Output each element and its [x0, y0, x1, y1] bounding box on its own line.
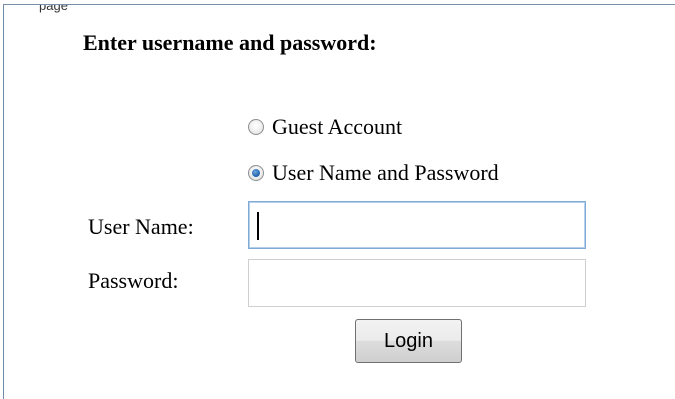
page-title: Enter username and password:: [83, 30, 377, 55]
partial-page-label: page: [39, 5, 68, 13]
user-password-option[interactable]: User Name and Password: [248, 160, 499, 186]
login-button[interactable]: Login: [355, 319, 462, 363]
user-password-label: User Name and Password: [272, 160, 499, 185]
username-field[interactable]: [248, 201, 586, 249]
password-field[interactable]: [248, 259, 586, 307]
guest-account-option[interactable]: Guest Account: [248, 114, 402, 140]
guest-account-radio[interactable]: [248, 119, 264, 135]
username-label: User Name:: [88, 214, 194, 239]
guest-account-label: Guest Account: [272, 114, 403, 139]
text-cursor: [257, 212, 259, 240]
password-label: Password:: [88, 268, 179, 293]
user-password-radio[interactable]: [248, 165, 264, 181]
